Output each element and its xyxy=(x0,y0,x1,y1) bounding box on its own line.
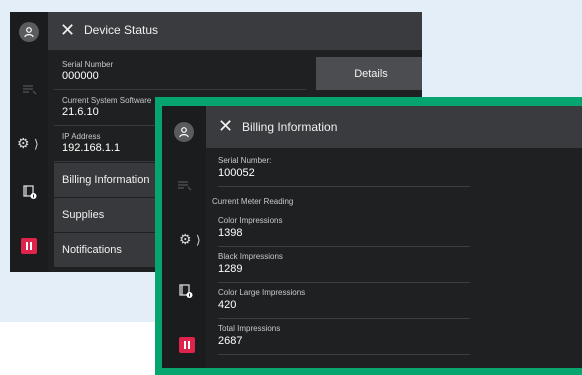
field-label: Serial Number xyxy=(62,60,114,69)
meter-value: 1398 xyxy=(218,227,243,239)
field-label: Current System Software xyxy=(62,96,152,105)
page-title: Device Status xyxy=(84,23,159,37)
user-icon[interactable] xyxy=(174,122,194,142)
meter-label: Total Impressions xyxy=(218,324,281,333)
nav-label: Billing Information xyxy=(62,174,150,186)
nav-label: Supplies xyxy=(62,209,105,221)
section-heading: Current Meter Reading xyxy=(212,197,294,206)
field-value: 192.168.1.1 xyxy=(62,142,121,154)
field-label: IP Address xyxy=(62,132,101,141)
meter-value: 420 xyxy=(218,299,237,311)
chevron-right-icon[interactable]: ⟩ xyxy=(34,138,39,150)
serial-number-item: Serial Number 000000 xyxy=(54,56,306,90)
field-label: Serial Number: xyxy=(218,156,272,165)
color-large-impressions-item: Color Large Impressions 420 xyxy=(218,286,470,319)
printer-info-icon[interactable] xyxy=(178,283,194,304)
sidebar: ⚙ ⟩ xyxy=(162,106,206,368)
job-status-icon[interactable] xyxy=(21,82,37,100)
meter-value: 2687 xyxy=(218,335,243,347)
meter-label: Black Impressions xyxy=(218,252,283,261)
gear-icon[interactable]: ⚙ xyxy=(179,232,192,246)
meter-value: 1289 xyxy=(218,263,243,275)
job-status-icon[interactable] xyxy=(176,178,192,196)
close-icon[interactable]: ✕ xyxy=(218,117,233,135)
details-label: Details xyxy=(354,68,388,80)
close-icon[interactable]: ✕ xyxy=(60,21,75,39)
field-value: 100052 xyxy=(218,167,255,179)
color-impressions-item: Color Impressions 1398 xyxy=(218,214,470,247)
nav-label: Notifications xyxy=(62,244,122,256)
pause-icon[interactable] xyxy=(179,337,195,353)
total-impressions-item: Total Impressions 2687 xyxy=(218,322,470,355)
meter-label: Color Large Impressions xyxy=(218,288,306,297)
sidebar: ⚙ ⟩ xyxy=(10,12,48,272)
meter-label: Color Impressions xyxy=(218,216,283,225)
billing-content: Serial Number: 100052 Current Meter Read… xyxy=(206,148,582,368)
header: ✕ Device Status xyxy=(48,12,422,50)
serial-number-item: Serial Number: 100052 xyxy=(218,154,470,187)
field-value: 000000 xyxy=(62,70,99,82)
billing-information-screen: ⚙ ⟩ ✕ Billing Information Serial Number:… xyxy=(162,106,582,368)
page-title: Billing Information xyxy=(242,120,338,134)
user-icon[interactable] xyxy=(19,22,39,42)
details-button[interactable]: Details xyxy=(316,57,422,90)
black-impressions-item: Black Impressions 1289 xyxy=(218,250,470,283)
chevron-right-icon[interactable]: ⟩ xyxy=(196,234,201,246)
printer-info-icon[interactable] xyxy=(22,184,38,205)
header: ✕ Billing Information xyxy=(206,106,582,148)
pause-icon[interactable] xyxy=(21,238,37,254)
gear-icon[interactable]: ⚙ xyxy=(17,136,30,150)
field-value: 21.6.10 xyxy=(62,106,99,118)
